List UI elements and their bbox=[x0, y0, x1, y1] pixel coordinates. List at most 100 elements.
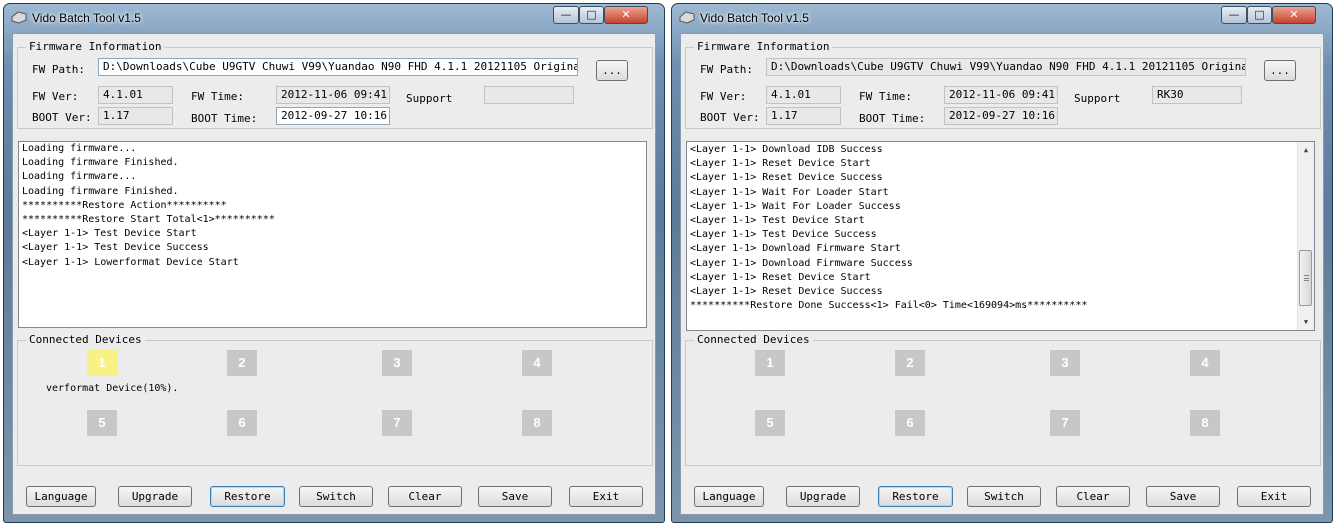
maximize-button[interactable]: □ bbox=[579, 6, 604, 24]
log-line: Loading firmware... bbox=[22, 171, 137, 183]
device-1-status: verformat Device(10%). bbox=[46, 383, 179, 394]
boot-time-field: 2012-09-27 10:16:01 bbox=[276, 107, 390, 125]
switch-button[interactable]: Switch bbox=[967, 486, 1041, 507]
device-slot-6[interactable]: 6 bbox=[895, 410, 925, 436]
fw-ver-label: FW Ver: bbox=[700, 90, 747, 103]
log-line: <Layer 1-1> Reset Device Start bbox=[690, 271, 871, 283]
boot-time-label: BOOT Time: bbox=[859, 112, 926, 125]
title-bar[interactable]: Vido Batch Tool v1.5 — □ ✕ bbox=[672, 4, 1332, 32]
grip-icon bbox=[1304, 275, 1309, 281]
log-line: <Layer 1-1> Test Device Start bbox=[690, 215, 865, 227]
boot-time-label: BOOT Time: bbox=[191, 112, 258, 125]
boot-ver-label: BOOT Ver: bbox=[700, 111, 760, 124]
switch-button[interactable]: Switch bbox=[299, 486, 373, 507]
device-slot-2[interactable]: 2 bbox=[895, 350, 925, 376]
exit-button[interactable]: Exit bbox=[569, 486, 643, 507]
log-line: <Layer 1-1> Test Device Success bbox=[690, 229, 877, 241]
log-line: <Layer 1-1> Test Device Success bbox=[22, 242, 209, 254]
connected-devices-legend: Connected Devices bbox=[26, 333, 145, 346]
exit-button[interactable]: Exit bbox=[1237, 486, 1311, 507]
device-slot-5[interactable]: 5 bbox=[755, 410, 785, 436]
boot-ver-field: 1.17 bbox=[766, 107, 841, 125]
log-line: <Layer 1-1> Reset Device Success bbox=[690, 172, 883, 184]
language-button[interactable]: Language bbox=[26, 486, 96, 507]
log-line: Loading firmware... bbox=[22, 143, 137, 154]
device-slot-4[interactable]: 4 bbox=[522, 350, 552, 376]
client-area: Firmware Information FW Path: D:\Downloa… bbox=[680, 33, 1324, 515]
log-line: **********Restore Done Success<1> Fail<0… bbox=[690, 300, 1088, 312]
client-area: Firmware Information FW Path: D:\Downloa… bbox=[12, 33, 656, 515]
connected-devices-group: Connected Devices 1 2 3 4 5 6 7 8 bbox=[685, 333, 1321, 466]
fw-ver-field: 4.1.01 bbox=[98, 86, 173, 104]
scroll-up-arrow-icon[interactable]: ▲ bbox=[1298, 142, 1314, 158]
firmware-info-legend: Firmware Information bbox=[26, 40, 165, 53]
log-line: **********Restore Action********** bbox=[22, 199, 227, 211]
connected-devices-group: Connected Devices 1 2 3 4 verformat Devi… bbox=[17, 333, 653, 466]
restore-button[interactable]: Restore bbox=[210, 486, 285, 507]
boot-ver-label: BOOT Ver: bbox=[32, 111, 92, 124]
title-bar[interactable]: Vido Batch Tool v1.5 — □ ✕ bbox=[4, 4, 664, 32]
device-slot-3[interactable]: 3 bbox=[1050, 350, 1080, 376]
restore-button[interactable]: Restore bbox=[878, 486, 953, 507]
fw-path-field[interactable]: D:\Downloads\Cube U9GTV Chuwi V99\Yuanda… bbox=[98, 58, 578, 76]
fw-time-label: FW Time: bbox=[859, 90, 912, 103]
device-slot-8[interactable]: 8 bbox=[522, 410, 552, 436]
device-slot-7[interactable]: 7 bbox=[382, 410, 412, 436]
scrollbar-thumb[interactable] bbox=[1299, 250, 1312, 306]
fw-path-label: FW Path: bbox=[700, 63, 753, 76]
window-title: Vido Batch Tool v1.5 bbox=[32, 11, 141, 25]
firmware-info-group: Firmware Information FW Path: D:\Downloa… bbox=[685, 40, 1321, 129]
log-line: <Layer 1-1> Reset Device Success bbox=[690, 286, 883, 298]
support-label: Support bbox=[1074, 92, 1121, 105]
app-icon bbox=[679, 11, 695, 24]
clear-button[interactable]: Clear bbox=[388, 486, 462, 507]
device-slot-1[interactable]: 1 bbox=[755, 350, 785, 376]
log-line: **********Restore Start Total<1>********… bbox=[22, 214, 275, 226]
log-output[interactable]: <Layer 1-1> Download IDB Success <Layer … bbox=[686, 141, 1315, 331]
log-output[interactable]: Loading firmware... Loading firmware Fin… bbox=[18, 141, 647, 328]
browse-button[interactable]: ... bbox=[1264, 60, 1296, 81]
window-title: Vido Batch Tool v1.5 bbox=[700, 11, 809, 25]
browse-button[interactable]: ... bbox=[596, 60, 628, 81]
log-line: <Layer 1-1> Lowerformat Device Start bbox=[22, 256, 239, 268]
device-slot-2[interactable]: 2 bbox=[227, 350, 257, 376]
log-line: <Layer 1-1> Download Firmware Start bbox=[690, 243, 901, 255]
support-field: RK30 bbox=[1152, 86, 1242, 104]
save-button[interactable]: Save bbox=[478, 486, 552, 507]
device-slot-4[interactable]: 4 bbox=[1190, 350, 1220, 376]
firmware-info-legend: Firmware Information bbox=[694, 40, 833, 53]
device-slot-3[interactable]: 3 bbox=[382, 350, 412, 376]
device-slot-6[interactable]: 6 bbox=[227, 410, 257, 436]
upgrade-button[interactable]: Upgrade bbox=[786, 486, 860, 507]
app-icon bbox=[11, 11, 27, 24]
log-line: <Layer 1-1> Test Device Start bbox=[22, 228, 197, 240]
boot-ver-field: 1.17 bbox=[98, 107, 173, 125]
close-button[interactable]: ✕ bbox=[1272, 6, 1316, 24]
fw-time-label: FW Time: bbox=[191, 90, 244, 103]
log-line: Loading firmware Finished. bbox=[22, 185, 179, 197]
fw-time-field: 2012-11-06 09:41:12 bbox=[944, 86, 1058, 104]
minimize-button[interactable]: — bbox=[1221, 6, 1247, 24]
fw-path-label: FW Path: bbox=[32, 63, 85, 76]
upgrade-button[interactable]: Upgrade bbox=[118, 486, 192, 507]
log-line: <Layer 1-1> Reset Device Start bbox=[690, 158, 871, 170]
firmware-info-group: Firmware Information FW Path: D:\Downloa… bbox=[17, 40, 653, 129]
log-line: <Layer 1-1> Download Firmware Success bbox=[690, 257, 913, 269]
close-button[interactable]: ✕ bbox=[604, 6, 648, 24]
device-slot-7[interactable]: 7 bbox=[1050, 410, 1080, 436]
fw-ver-field: 4.1.01 bbox=[766, 86, 841, 104]
log-line: Loading firmware Finished. bbox=[22, 157, 179, 169]
clear-button[interactable]: Clear bbox=[1056, 486, 1130, 507]
maximize-button[interactable]: □ bbox=[1247, 6, 1272, 24]
batch-tool-window-left: Vido Batch Tool v1.5 — □ ✕ Firmware Info… bbox=[3, 3, 665, 523]
device-slot-1[interactable]: 1 bbox=[87, 350, 117, 376]
scroll-down-arrow-icon[interactable]: ▼ bbox=[1298, 314, 1314, 330]
device-slot-8[interactable]: 8 bbox=[1190, 410, 1220, 436]
log-scrollbar[interactable]: ▲ ▼ bbox=[1297, 142, 1314, 330]
save-button[interactable]: Save bbox=[1146, 486, 1220, 507]
fw-path-field[interactable]: D:\Downloads\Cube U9GTV Chuwi V99\Yuanda… bbox=[766, 58, 1246, 76]
language-button[interactable]: Language bbox=[694, 486, 764, 507]
batch-tool-window-right: Vido Batch Tool v1.5 — □ ✕ Firmware Info… bbox=[671, 3, 1333, 523]
minimize-button[interactable]: — bbox=[553, 6, 579, 24]
device-slot-5[interactable]: 5 bbox=[87, 410, 117, 436]
